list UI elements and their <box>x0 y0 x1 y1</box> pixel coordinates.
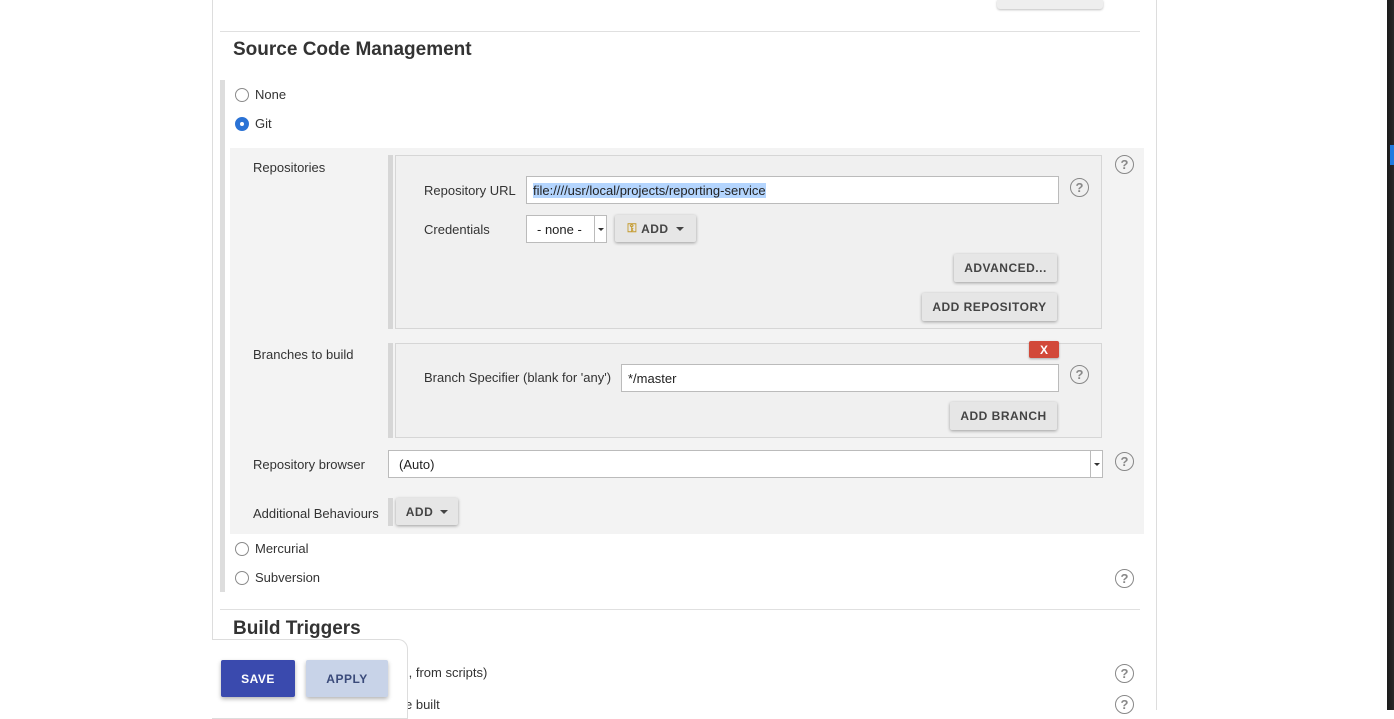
none-radio[interactable] <box>235 87 249 102</box>
save-button[interactable]: SAVE <box>221 660 295 697</box>
add-credentials-button[interactable]: ⚿ ADD <box>615 215 696 242</box>
branch-specifier-value: */master <box>628 370 677 386</box>
add-behaviour-button[interactable]: ADD <box>396 498 458 525</box>
key-icon: ⚿ <box>627 221 638 235</box>
branches-label: Branches to build <box>253 347 354 362</box>
scm-help-icon[interactable]: ? <box>1115 569 1134 588</box>
edge-highlight <box>1390 145 1394 165</box>
branch-specifier-input[interactable]: */master <box>621 364 1059 392</box>
build-triggers-title: Build Triggers <box>233 618 361 639</box>
section-divider-top <box>220 31 1140 32</box>
subversion-radio[interactable] <box>235 570 249 585</box>
repositories-label: Repositories <box>253 160 326 175</box>
repository-url-value: file:////usr/local/projects/reporting-se… <box>533 182 766 198</box>
trigger-remote-help-icon[interactable]: ? <box>1115 664 1134 683</box>
credentials-label: Credentials <box>424 222 490 237</box>
add-repository-button[interactable]: ADD REPOSITORY <box>922 293 1057 321</box>
repository-url-help-icon[interactable]: ? <box>1070 178 1089 197</box>
caret-down-icon <box>675 226 684 231</box>
repository-url-label: Repository URL <box>424 183 516 198</box>
scm-option-mercurial[interactable]: Mercurial <box>235 541 308 556</box>
git-radio[interactable] <box>235 116 249 131</box>
scm-option-git[interactable]: Git <box>235 116 272 131</box>
repository-browser-help-icon[interactable]: ? <box>1115 452 1134 471</box>
chevron-down-icon <box>1090 451 1102 477</box>
repository-browser-label: Repository browser <box>253 457 365 472</box>
repositories-help-icon[interactable]: ? <box>1115 155 1134 174</box>
scm-option-subversion[interactable]: Subversion <box>235 570 320 585</box>
delete-branch-button[interactable]: X <box>1029 341 1059 358</box>
scm-options-bar <box>220 80 225 592</box>
repository-browser-select[interactable]: (Auto) <box>388 450 1103 478</box>
git-label: Git <box>255 116 272 131</box>
trigger-after-help-icon[interactable]: ? <box>1115 695 1134 714</box>
branches-bar <box>388 343 393 438</box>
previous-section-button[interactable] <box>997 0 1103 9</box>
chevron-down-icon <box>594 216 606 242</box>
advanced-button[interactable]: ADVANCED... <box>954 254 1057 282</box>
add-behaviour-label: ADD <box>405 504 434 519</box>
mercurial-radio[interactable] <box>235 541 249 556</box>
scm-section-title: Source Code Management <box>233 39 472 60</box>
add-credentials-label: ADD <box>641 221 669 236</box>
section-divider-bottom <box>220 609 1140 610</box>
caret-down-icon <box>440 509 449 514</box>
repository-url-input[interactable]: file:////usr/local/projects/reporting-se… <box>526 176 1059 204</box>
repository-browser-value: (Auto) <box>399 456 435 472</box>
none-label: None <box>255 87 287 102</box>
apply-button[interactable]: APPLY <box>306 660 388 697</box>
behaviours-bar <box>388 498 393 526</box>
trigger-remote-label: ., from scripts) <box>405 665 488 680</box>
branch-specifier-help-icon[interactable]: ? <box>1070 365 1089 384</box>
branch-specifier-label: Branch Specifier (blank for 'any') <box>424 370 612 385</box>
repositories-bar <box>388 155 393 329</box>
additional-behaviours-label: Additional Behaviours <box>253 506 379 521</box>
credentials-value: - none - <box>537 221 582 237</box>
adjacent-window-edge <box>1387 0 1394 710</box>
add-branch-button[interactable]: ADD BRANCH <box>950 402 1057 430</box>
scm-option-none[interactable]: None <box>235 87 286 102</box>
mercurial-label: Mercurial <box>255 541 309 556</box>
subversion-label: Subversion <box>255 570 321 585</box>
credentials-select[interactable]: - none - <box>526 215 607 243</box>
